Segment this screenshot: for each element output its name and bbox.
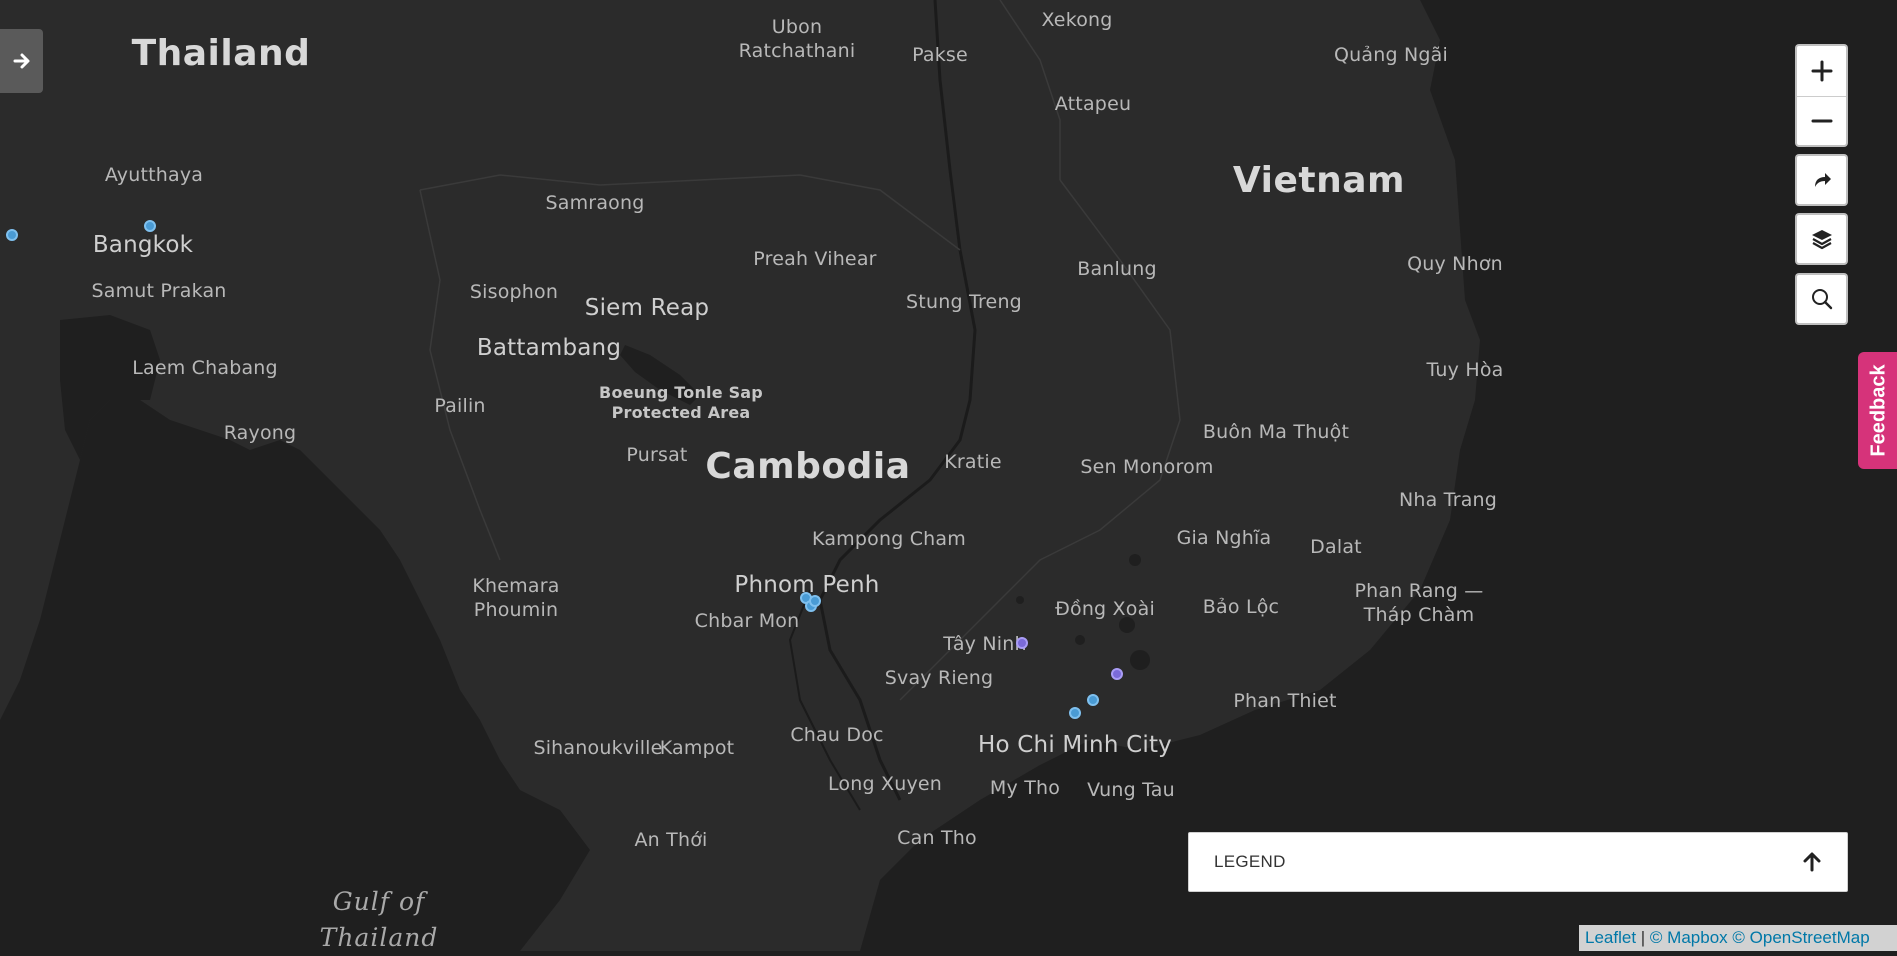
label-city: Sen Monorom bbox=[1080, 456, 1214, 478]
label-city: Battambang bbox=[476, 335, 622, 361]
share-button[interactable] bbox=[1795, 154, 1848, 206]
label-city: Ubon Ratchathani bbox=[738, 16, 856, 62]
label-capital-ho-chi-minh-city: Ho Chi Minh City bbox=[978, 732, 1172, 758]
map-marker[interactable] bbox=[809, 595, 821, 607]
label-city: Samut Prakan bbox=[91, 280, 227, 302]
zoom-in-button[interactable] bbox=[1797, 46, 1846, 97]
label-city: Kampot bbox=[659, 737, 735, 759]
label-city: Phan Thiet bbox=[1233, 690, 1337, 712]
map-marker[interactable] bbox=[1111, 668, 1123, 680]
label-city: Preah Vihear bbox=[753, 248, 877, 270]
label-city: Sihanoukville bbox=[533, 737, 663, 759]
label-city: Ayutthaya bbox=[104, 164, 204, 186]
lake bbox=[1130, 650, 1150, 670]
label-city: My Tho bbox=[989, 777, 1061, 799]
lake bbox=[1129, 554, 1141, 566]
label-city: Tuy Hòa bbox=[1426, 359, 1504, 381]
label-city: Gia Nghĩa bbox=[1176, 527, 1272, 549]
label-capital-bangkok: Bangkok bbox=[92, 232, 194, 258]
label-city: Rayong bbox=[223, 422, 297, 444]
label-city: Phan Rang — Tháp Chàm bbox=[1354, 580, 1484, 626]
map-basemap bbox=[0, 0, 1897, 951]
legend-toggle[interactable]: LEGEND bbox=[1188, 832, 1848, 892]
mapbox-link[interactable]: © Mapbox bbox=[1650, 928, 1728, 947]
map-marker[interactable] bbox=[1069, 707, 1081, 719]
label-country-cambodia: Cambodia bbox=[705, 446, 911, 487]
label-city: Khemara Phoumin bbox=[472, 575, 560, 621]
label-country-vietnam: Vietnam bbox=[1232, 160, 1406, 201]
label-city: Quy Nhơn bbox=[1407, 253, 1503, 275]
label-city: Đồng Xoài bbox=[1055, 598, 1155, 620]
label-city: Kratie bbox=[944, 451, 1002, 473]
lake bbox=[1016, 596, 1024, 604]
label-city: Pursat bbox=[626, 444, 688, 466]
label-city: Stung Treng bbox=[906, 291, 1022, 313]
map-canvas[interactable]: Thailand Cambodia Vietnam Bangkok Phnom … bbox=[0, 0, 1897, 952]
feedback-label: Feedback bbox=[1867, 364, 1890, 457]
openstreetmap-link[interactable]: © OpenStreetMap bbox=[1732, 928, 1869, 947]
label-city: Svay Rieng bbox=[884, 667, 994, 689]
label-city: Quảng Ngãi bbox=[1334, 44, 1448, 66]
map-marker[interactable] bbox=[1016, 637, 1028, 649]
legend-label: LEGEND bbox=[1214, 852, 1286, 871]
map-marker[interactable] bbox=[1087, 694, 1099, 706]
lake bbox=[1075, 635, 1085, 645]
leaflet-link[interactable]: Leaflet bbox=[1585, 928, 1636, 947]
label-city: Attapeu bbox=[1054, 93, 1132, 115]
search-icon bbox=[1811, 289, 1832, 310]
layers-button[interactable] bbox=[1795, 213, 1848, 265]
plus-icon bbox=[1811, 60, 1832, 82]
label-gulf-of-thailand: Gulf of Thailand bbox=[319, 887, 439, 952]
zoom-control bbox=[1795, 44, 1848, 147]
label-city: Can Tho bbox=[897, 827, 977, 849]
label-city: Vung Tau bbox=[1087, 779, 1175, 801]
label-city: Chau Doc bbox=[790, 724, 884, 746]
label-city: Dalat bbox=[1310, 536, 1362, 558]
label-city: Banlung bbox=[1077, 258, 1157, 280]
label-city: Laem Chabang bbox=[132, 357, 278, 379]
attribution-separator: | bbox=[1636, 928, 1650, 947]
label-protected-area: Boeung Tonle Sap Protected Area bbox=[599, 383, 763, 422]
search-button[interactable] bbox=[1795, 273, 1848, 325]
label-city: Kampong Cham bbox=[812, 528, 966, 550]
label-city: An Thới bbox=[634, 829, 708, 851]
layers-icon bbox=[1811, 230, 1832, 250]
arrow-up-icon bbox=[1803, 852, 1821, 872]
arrow-right-icon bbox=[13, 53, 29, 69]
minus-icon bbox=[1811, 119, 1832, 123]
feedback-button[interactable]: Feedback bbox=[1858, 352, 1897, 469]
label-city: Chbar Mon bbox=[694, 610, 800, 632]
label-city: Nha Trang bbox=[1398, 489, 1498, 511]
label-city: Xekong bbox=[1041, 9, 1113, 31]
share-arrow-icon bbox=[1814, 173, 1831, 187]
label-city: Long Xuyen bbox=[827, 773, 943, 795]
map-attribution: Leaflet | © Mapbox © OpenStreetMap bbox=[1579, 925, 1897, 951]
map-marker[interactable] bbox=[144, 220, 156, 232]
label-city: Tây Ninh bbox=[943, 633, 1027, 655]
label-city: Bảo Lộc bbox=[1202, 596, 1280, 618]
label-city: Samraong bbox=[545, 192, 645, 214]
sidebar-toggle-button[interactable] bbox=[0, 29, 43, 93]
zoom-out-button[interactable] bbox=[1797, 97, 1846, 147]
label-city: Buôn Ma Thuột bbox=[1202, 421, 1350, 443]
map-marker[interactable] bbox=[6, 229, 18, 241]
label-country-thailand: Thailand bbox=[131, 33, 311, 74]
label-city: Pakse bbox=[912, 44, 968, 66]
label-city: Siem Reap bbox=[584, 295, 710, 321]
label-city: Sisophon bbox=[469, 281, 559, 303]
label-city: Pailin bbox=[434, 395, 486, 417]
